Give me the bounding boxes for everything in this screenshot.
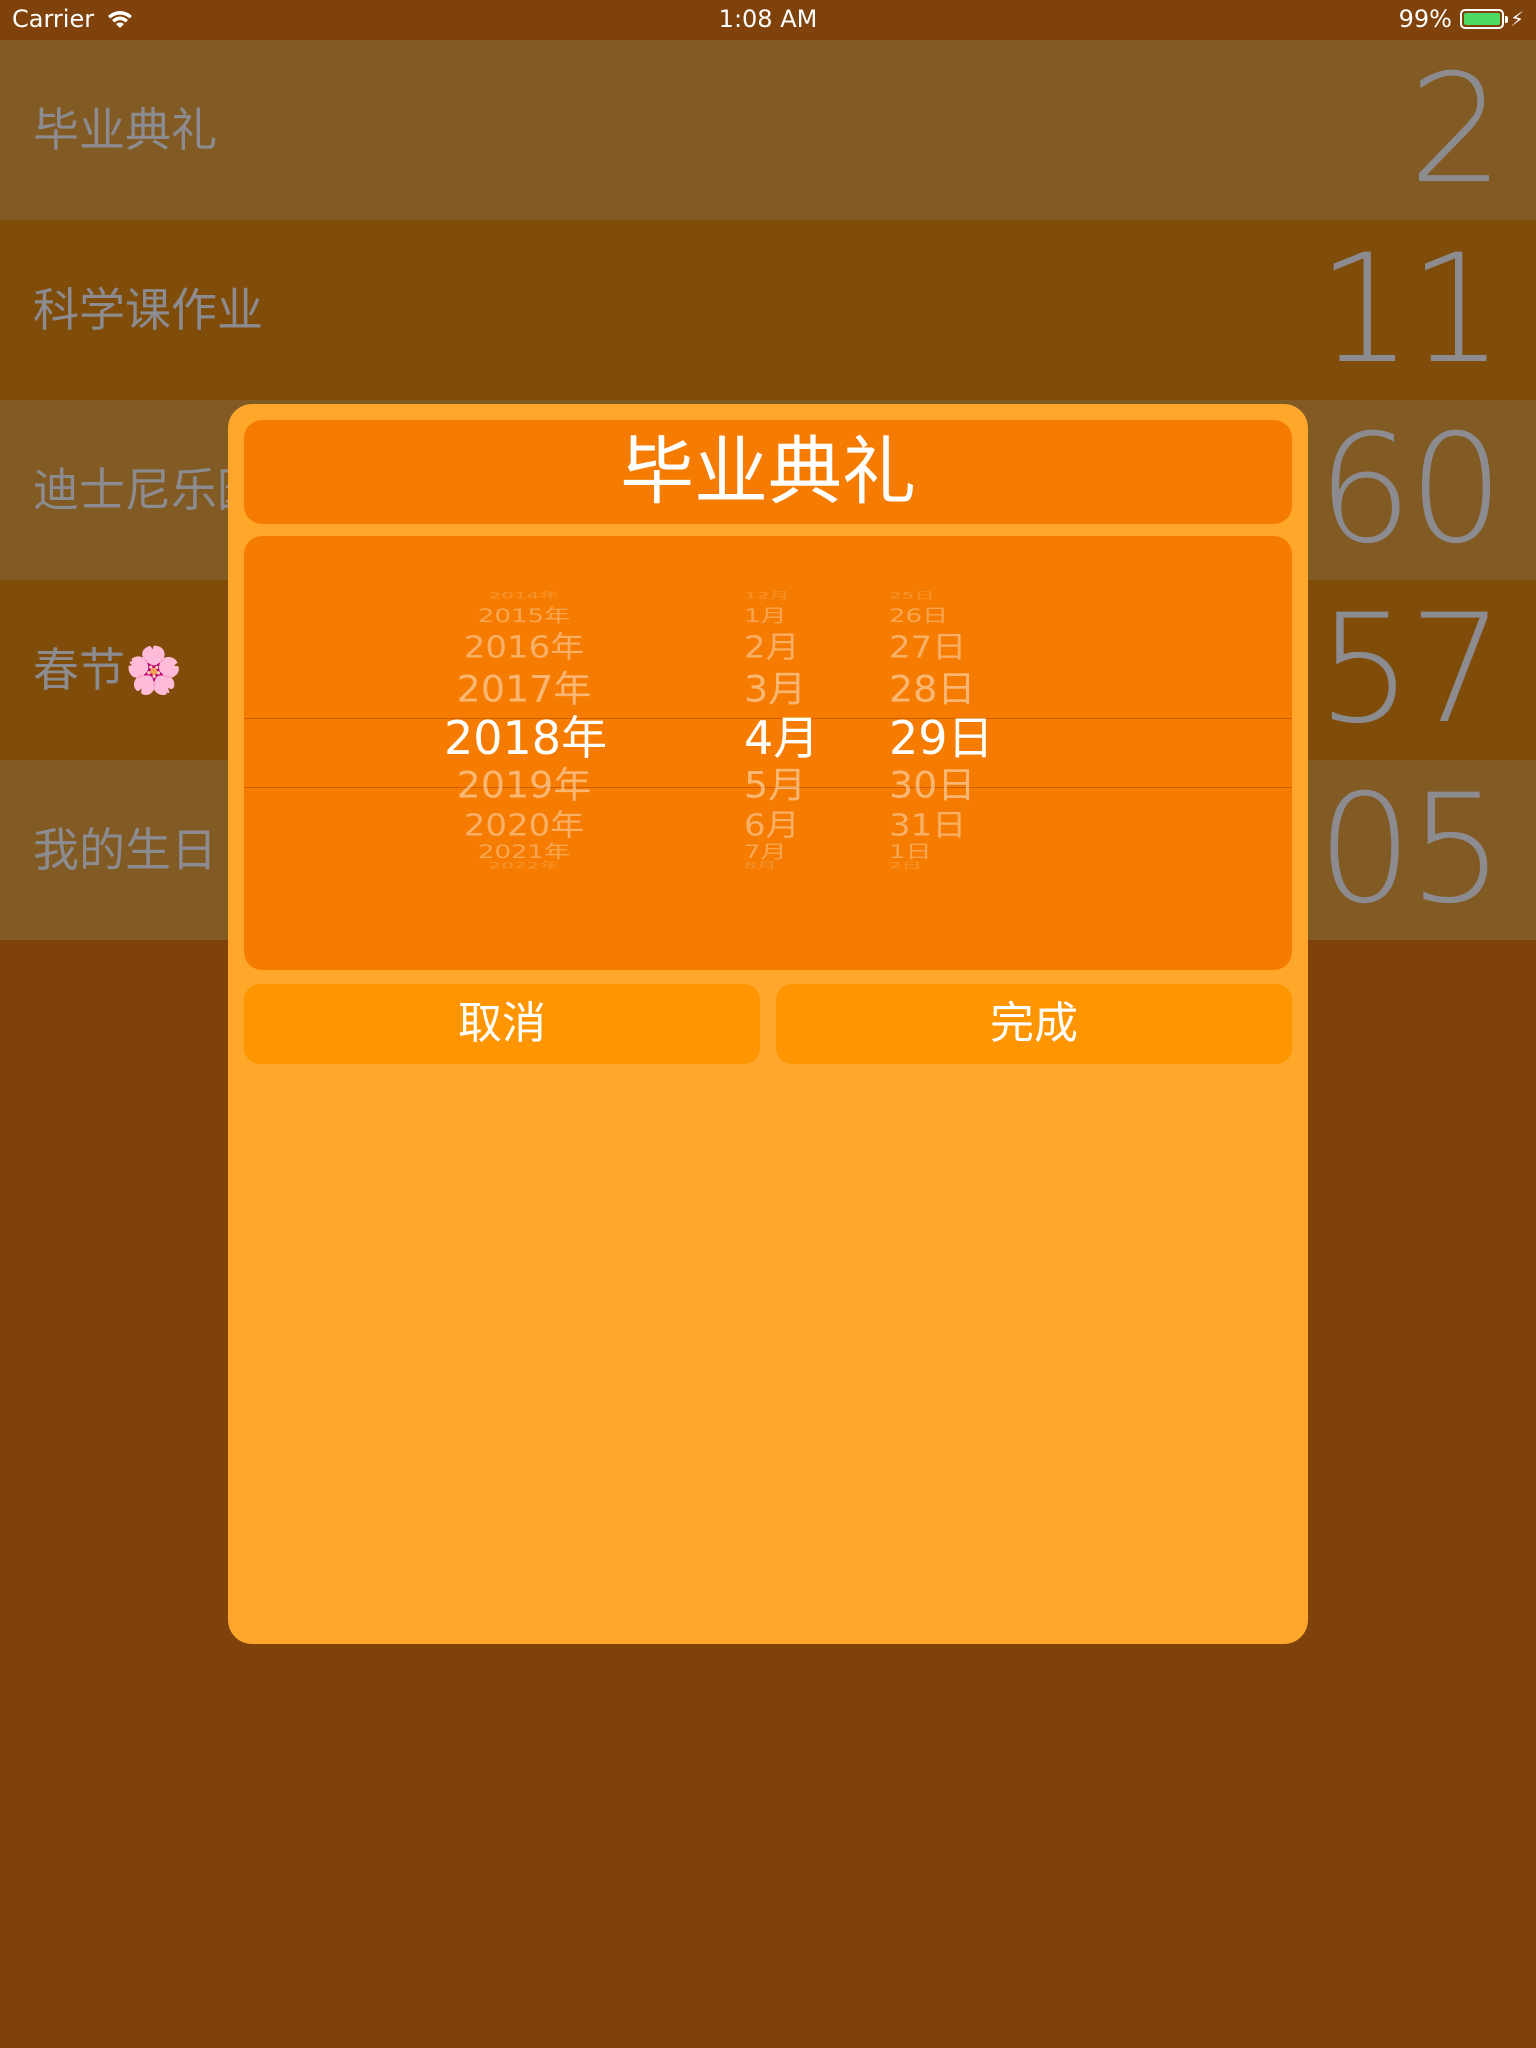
date-picker-modal: 毕业典礼 2014年 2015年 2016年 2017年 2018年 2019年 2020年… — [228, 404, 1308, 1644]
event-name: 春节🌸 — [33, 580, 182, 760]
flower-emoji: 🌸 — [125, 643, 183, 697]
clock: 1:08 AM — [718, 5, 818, 33]
day-wheel[interactable]: 25日 26日 27日 28日 29日 30日 31日 1日 2日 — [889, 536, 1019, 970]
battery-percent: 99% — [1398, 5, 1452, 33]
status-right: 99% ⚡ — [1399, 5, 1524, 33]
battery-fill — [1463, 13, 1500, 25]
event-row[interactable]: 毕业典礼 2 — [0, 40, 1536, 220]
year-wheel[interactable]: 2014年 2015年 2016年 2017年 2018年 2019年 2020年 2021年… — [444, 536, 607, 970]
event-name-text: 春节 — [33, 643, 125, 697]
days-count: 60 — [1317, 403, 1504, 577]
event-name: 我的生日 — [33, 823, 217, 877]
event-row[interactable]: 科学课作业 11 — [0, 220, 1536, 400]
battery-icon — [1459, 9, 1508, 29]
days-count: 2 — [1408, 43, 1504, 217]
days-count: 11 — [1317, 223, 1504, 397]
picker-option[interactable]: 2日 — [889, 858, 1019, 871]
event-name: 科学课作业 — [33, 283, 263, 337]
modal-title: 毕业典礼 — [244, 420, 1292, 524]
month-wheel[interactable]: 12月 1月 2月 3月 4月 5月 6月 7月 8月 — [744, 536, 844, 970]
picker-option[interactable]: 25日 — [889, 588, 1019, 601]
event-name: 毕业典礼 — [33, 103, 217, 157]
picker-option[interactable]: 2014年 — [444, 588, 604, 601]
picker-option[interactable]: 12月 — [744, 588, 844, 601]
cancel-button[interactable]: 取消 — [244, 984, 760, 1064]
picker-option[interactable]: 8月 — [744, 858, 844, 871]
done-button[interactable]: 完成 — [776, 984, 1292, 1064]
charging-bolt-icon: ⚡ — [1509, 7, 1524, 31]
date-picker[interactable]: 2014年 2015年 2016年 2017年 2018年 2019年 2020年 2021年… — [244, 536, 1292, 970]
picker-option[interactable]: 2022年 — [444, 858, 604, 871]
status-bar: Carrier 1:08 AM 99% ⚡ — [0, 0, 1536, 40]
